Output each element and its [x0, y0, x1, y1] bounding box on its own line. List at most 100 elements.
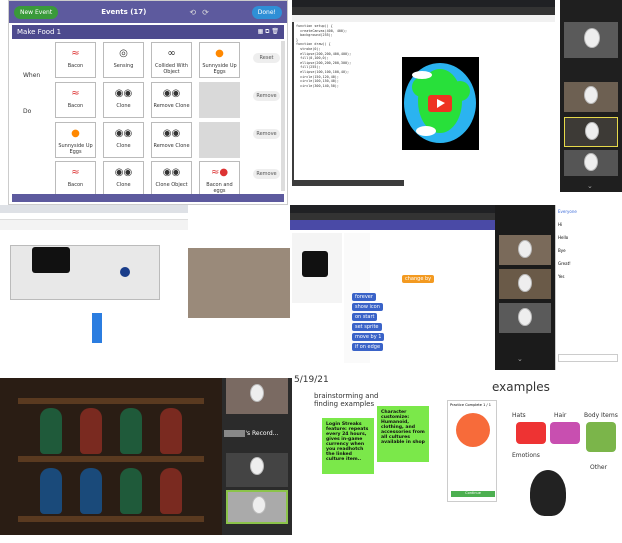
card-bacon[interactable]: ≈ Bacon: [55, 42, 96, 78]
card-clone[interactable]: ◉◉ Clone: [103, 122, 144, 158]
potion-bottle[interactable]: [160, 408, 182, 454]
address-bar[interactable]: [292, 7, 555, 15]
sticky-note[interactable]: Character customize: Humanoid, clothing,…: [377, 406, 429, 462]
card-clone[interactable]: ◉◉ Clone: [103, 161, 144, 197]
address-bar[interactable]: [290, 213, 495, 220]
events-title: Events (17): [101, 8, 147, 16]
potentiometer[interactable]: [120, 267, 130, 277]
clone-icon: ◉◉: [114, 87, 133, 99]
recording-label: xxxxxx's Record...: [224, 430, 278, 437]
webcam-view: [188, 248, 290, 318]
block[interactable]: change by: [402, 275, 435, 283]
card-label: Clone: [116, 103, 131, 109]
remove-button[interactable]: Remove: [253, 91, 280, 101]
continue-button[interactable]: Continue: [451, 491, 495, 497]
video-tile[interactable]: [564, 150, 618, 176]
card-eggs[interactable]: ● Sunnyside Up Eggs: [55, 122, 96, 158]
microbit-board[interactable]: [32, 247, 70, 273]
video-tile[interactable]: [564, 22, 618, 58]
video-tile[interactable]: [499, 235, 551, 265]
ellipse-shape: [412, 71, 432, 79]
browser-tabs[interactable]: [290, 205, 495, 213]
remove-clone-icon: ◉◉: [162, 127, 181, 139]
card-bacon-eggs[interactable]: ≈● Bacon and eggs: [199, 161, 240, 197]
done-button[interactable]: Done!: [251, 5, 282, 19]
remove-button[interactable]: Remove: [253, 129, 280, 139]
shelf: [18, 516, 204, 522]
remove-button[interactable]: Remove: [253, 169, 280, 179]
sticky-note[interactable]: Login Streaks feature: repeats every 24 …: [322, 418, 374, 474]
hat-items: [516, 422, 546, 444]
chat-message: Great!: [558, 261, 571, 266]
block[interactable]: show icon: [352, 303, 383, 311]
body-items: [586, 422, 616, 452]
chat-message: Bye: [558, 248, 566, 253]
chevron-down-icon[interactable]: ⌄: [587, 182, 593, 190]
browser-tabs[interactable]: [292, 0, 555, 7]
card-sensing[interactable]: ◎ Sensing: [103, 42, 144, 78]
event-header: Make Food 1 ▦ ⧉ 🗑: [12, 25, 284, 39]
chat-input[interactable]: [558, 354, 618, 362]
potion-bottle[interactable]: [120, 408, 142, 454]
new-event-button[interactable]: New Event: [14, 5, 59, 19]
potion-bottle[interactable]: [40, 408, 62, 454]
collision-icon: ∞: [167, 47, 176, 59]
card-empty[interactable]: [199, 122, 240, 158]
label-body-items: Body Items: [584, 412, 618, 419]
card-collided[interactable]: ∞ Collided With Object: [151, 42, 192, 78]
video-tile[interactable]: [226, 453, 288, 487]
card-label: Clone: [116, 182, 131, 188]
app-title: Practice Complete 1 / 1: [450, 403, 491, 407]
microbit-sim[interactable]: [302, 251, 328, 277]
potion-bottle[interactable]: [160, 468, 182, 514]
label-hats: Hats: [512, 412, 526, 419]
card-remove-clone[interactable]: ◉◉ Remove Clone: [151, 82, 192, 118]
hair-items: [550, 422, 580, 444]
potion-bottle[interactable]: [80, 408, 102, 454]
block[interactable]: on start: [352, 313, 378, 321]
address-bar[interactable]: [0, 213, 188, 220]
block[interactable]: forever: [352, 293, 376, 301]
card-remove-clone[interactable]: ◉◉ Remove Clone: [151, 122, 192, 158]
card-label: Bacon: [67, 182, 84, 188]
card-clone-object[interactable]: ◉◉ Clone Object: [151, 161, 192, 197]
block[interactable]: set sprite: [352, 323, 382, 331]
circuit-sim-window: [0, 205, 188, 345]
event-actions-icons[interactable]: ▦ ⧉ 🗑: [258, 28, 279, 36]
video-tile[interactable]: [499, 303, 551, 333]
card-label: Bacon: [67, 103, 84, 109]
redo-icon[interactable]: ⟳: [202, 8, 209, 17]
chat-message: Yes: [558, 274, 565, 279]
video-tile[interactable]: [499, 269, 551, 299]
potion-bottle[interactable]: [120, 468, 142, 514]
card-empty[interactable]: [199, 82, 240, 118]
scrollbar[interactable]: [281, 41, 285, 191]
video-tile[interactable]: [564, 82, 618, 112]
sensor-module[interactable]: [92, 313, 102, 343]
card-bacon[interactable]: ≈ Bacon: [55, 82, 96, 118]
card-clone[interactable]: ◉◉ Clone: [103, 82, 144, 118]
card-eggs[interactable]: ● Sunnyside Up Eggs: [199, 42, 240, 78]
block[interactable]: if on edge: [352, 343, 384, 351]
chevron-down-icon[interactable]: ⌄: [517, 355, 523, 363]
bacon-icon: ≈: [71, 87, 80, 99]
potion-bottle[interactable]: [80, 468, 102, 514]
do-label: Do: [23, 108, 32, 115]
card-bacon[interactable]: ≈ Bacon: [55, 161, 96, 197]
code-area[interactable]: function setup() { createCanvas(400, 400…: [294, 22, 404, 180]
video-tiles-right: ⌄: [560, 0, 622, 192]
chat-message: Hi: [558, 222, 563, 227]
browser-tabs[interactable]: [0, 205, 188, 213]
block[interactable]: move by 1: [352, 333, 385, 341]
video-tile-active[interactable]: [226, 490, 288, 524]
potion-bottle[interactable]: [40, 468, 62, 514]
card-label: Remove Clone: [153, 103, 190, 109]
video-tile[interactable]: [226, 378, 288, 414]
label-hair: Hair: [554, 412, 567, 419]
undo-icon[interactable]: ⟲: [189, 8, 196, 17]
reset-button[interactable]: Reset: [253, 53, 280, 63]
toolbar-icons: ⟲ ⟳: [189, 8, 208, 17]
video-tile-active[interactable]: [564, 117, 618, 147]
events-editor-panel: New Event Events (17) ⟲ ⟳ Done! Make Foo…: [8, 0, 288, 205]
bacon-eggs-icon: ≈●: [210, 166, 229, 178]
